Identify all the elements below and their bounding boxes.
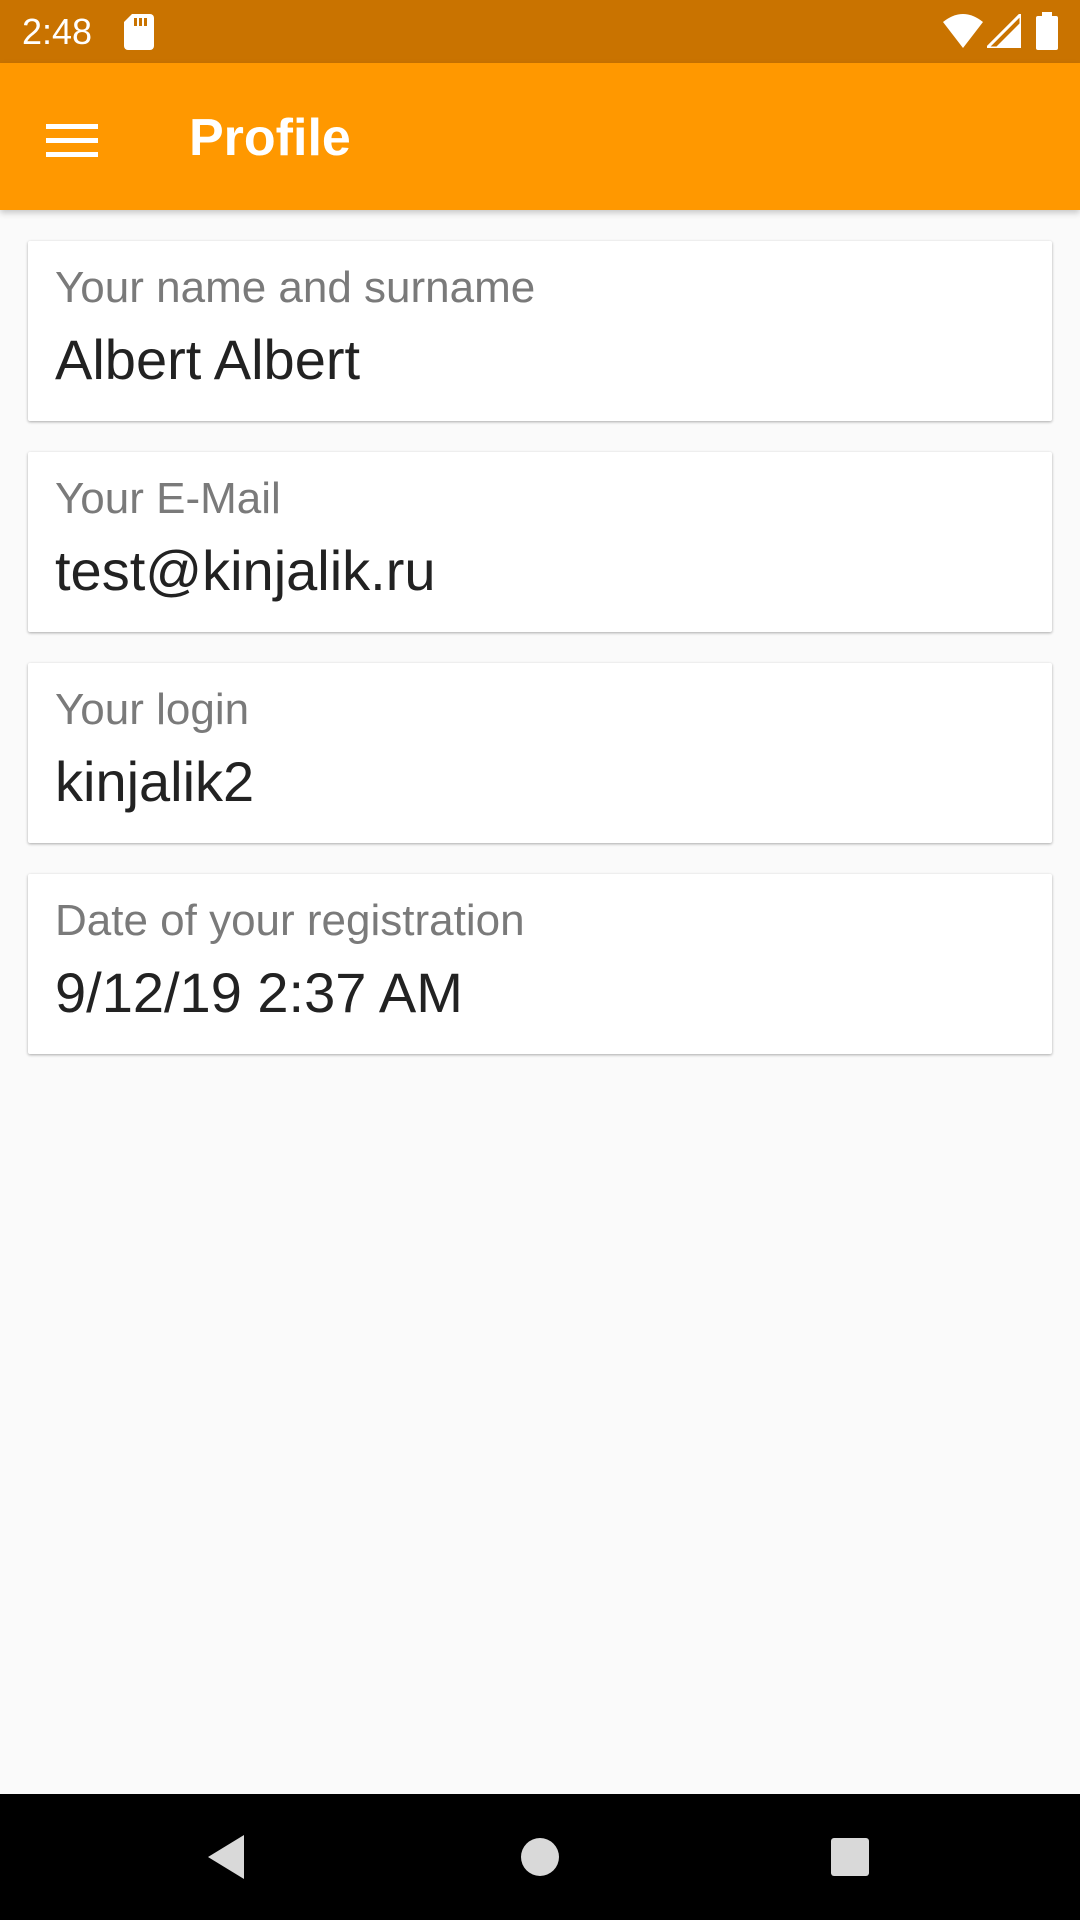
login-value: kinjalik2 (55, 750, 255, 813)
sd-card-icon (124, 14, 154, 50)
registration-date-label: Date of your registration (55, 896, 525, 945)
page-title: Profile (189, 109, 351, 167)
name-value: Albert Albert (55, 328, 361, 391)
navigation-bar (0, 1794, 1080, 1920)
app-bar: Profile (0, 63, 1080, 210)
login-card: Your login kinjalik2 (28, 663, 1052, 843)
battery-icon (1036, 12, 1058, 50)
menu-button[interactable] (30, 98, 114, 182)
name-label: Your name and surname (55, 263, 536, 312)
email-card: Your E-Mail test@kinjalik.ru (28, 452, 1052, 632)
email-label: Your E-Mail (55, 474, 281, 523)
login-label: Your login (55, 685, 250, 734)
wifi-icon (943, 14, 983, 48)
hamburger-menu-icon (46, 124, 98, 157)
registration-date-value: 9/12/19 2:37 AM (55, 961, 463, 1024)
signal-icon (987, 14, 1021, 48)
email-value: test@kinjalik.ru (55, 539, 436, 602)
status-bar: 2:48 (0, 0, 1080, 63)
name-card: Your name and surname Albert Albert (28, 241, 1052, 421)
status-time: 2:48 (22, 11, 93, 52)
registration-date-card: Date of your registration 9/12/19 2:37 A… (28, 874, 1052, 1054)
recents-icon[interactable] (820, 1827, 880, 1887)
back-icon[interactable] (196, 1827, 256, 1887)
home-icon[interactable] (510, 1827, 570, 1887)
